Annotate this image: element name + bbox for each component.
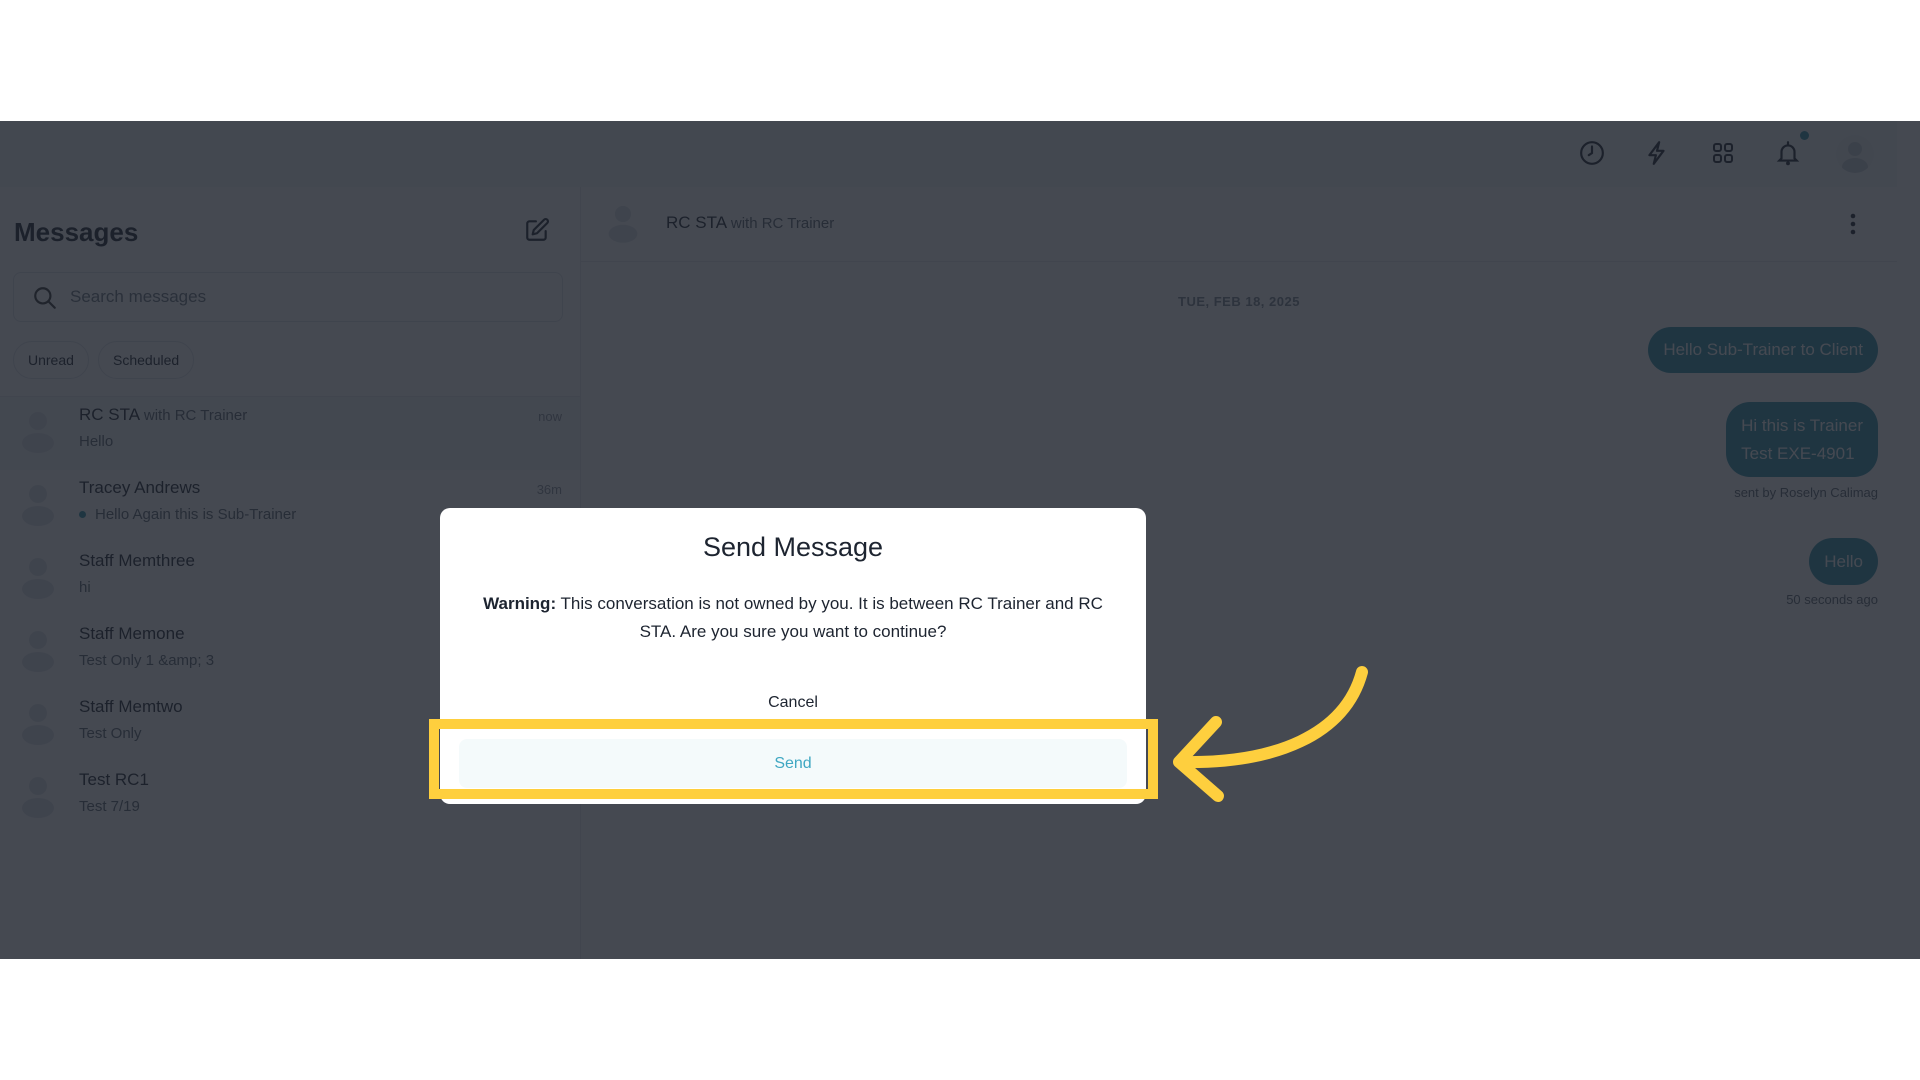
dialog-title: Send Message: [702, 532, 884, 562]
highlight-box: [429, 719, 1158, 799]
warning-text: This conversation is not owned by you. I…: [556, 594, 1103, 641]
dialog-warning: Warning: This conversation is not owned …: [470, 590, 1116, 646]
warning-label: Warning:: [483, 594, 557, 613]
cancel-button[interactable]: Cancel: [440, 694, 1146, 712]
